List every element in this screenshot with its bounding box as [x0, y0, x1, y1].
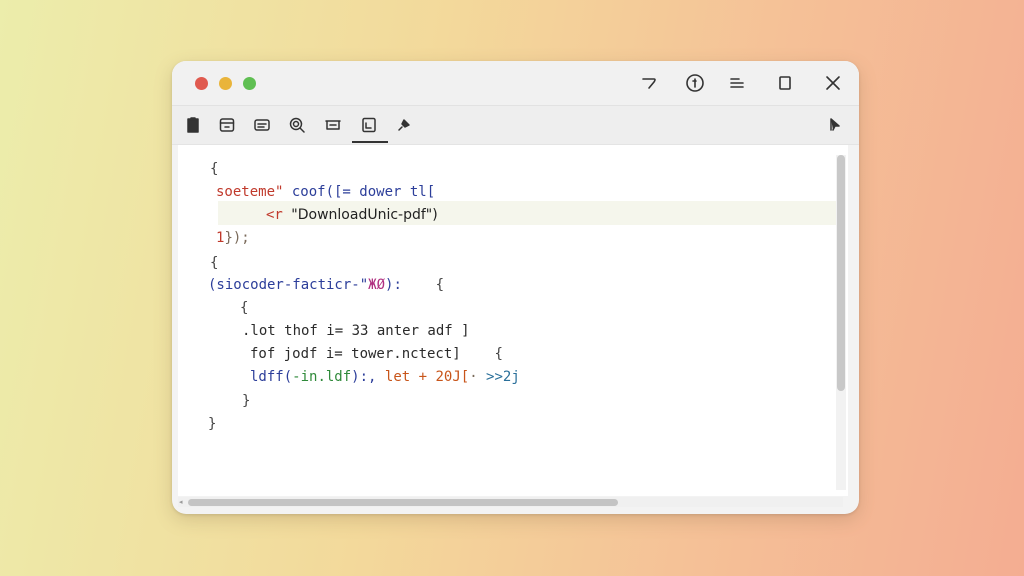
tray-icon[interactable] — [322, 114, 344, 136]
code-token: { — [435, 277, 445, 293]
code-token: ): — [385, 277, 436, 293]
code-token: (siocoder-facticr-" — [208, 277, 369, 293]
menu-lines-icon[interactable] — [725, 71, 749, 95]
code-content[interactable]: { soeteme" coof([= dower tl[ <r "DownloadU… — [178, 145, 848, 496]
code-line[interactable]: { — [210, 159, 218, 179]
code-line[interactable]: } — [208, 414, 216, 434]
code-token: } — [242, 393, 251, 409]
vertical-scroll-thumb[interactable] — [837, 155, 845, 391]
code-token: coof([= dower tl[ — [291, 184, 436, 200]
window-icon[interactable] — [216, 114, 238, 136]
code-line[interactable]: .lot thof i= 33 anter adf ] — [242, 321, 470, 341]
code-token: let + 20J[ — [384, 369, 470, 385]
code-token: { — [210, 161, 219, 177]
code-editor[interactable]: { soeteme" coof([= dower tl[ <r "DownloadU… — [178, 145, 848, 496]
code-token: ):, — [351, 369, 385, 385]
code-line[interactable]: <r "DownloadUnic-pdf") — [266, 205, 438, 225]
pin-icon[interactable] — [393, 114, 415, 136]
close-dot-button[interactable] — [195, 77, 208, 90]
minimize-curve-icon[interactable] — [638, 71, 662, 95]
code-token: }); — [224, 230, 250, 246]
code-line[interactable]: { — [210, 253, 218, 273]
scroll-left-arrow-icon[interactable]: ◂ — [179, 498, 183, 506]
info-circle-icon[interactable] — [683, 71, 707, 95]
code-token: ldff( — [250, 369, 293, 385]
pointer-cursor-icon[interactable] — [824, 114, 846, 136]
code-token: ЖØ — [368, 277, 386, 293]
code-token: soeteme" — [216, 184, 292, 200]
code-line[interactable]: soeteme" coof([= dower tl[ — [216, 182, 435, 202]
code-line[interactable]: fof jodf i= tower.nctect] { — [250, 344, 503, 364]
code-token: · — [469, 369, 487, 385]
code-line[interactable]: { — [240, 298, 248, 318]
zoom-dot-button[interactable] — [243, 77, 256, 90]
code-token: } — [208, 416, 217, 432]
code-token: -in.ldf — [292, 369, 352, 385]
horizontal-scroll-thumb[interactable] — [188, 499, 618, 506]
code-token: .lot thof i= 33 anter adf ] — [242, 323, 470, 339]
code-token: fof jodf i= tower.nctect] — [250, 346, 495, 362]
search-zoom-icon[interactable] — [286, 114, 308, 136]
code-line[interactable]: 1}); — [216, 228, 250, 248]
code-line[interactable]: } — [242, 391, 250, 411]
code-token: <r — [266, 207, 292, 223]
maximize-square-icon[interactable] — [773, 71, 797, 95]
code-token: >>2j — [486, 369, 520, 385]
app-window: { soeteme" coof([= dower tl[ <r "DownloadU… — [172, 61, 859, 514]
code-token: { — [494, 346, 503, 362]
code-token: { — [210, 255, 219, 271]
clipboard-icon[interactable] — [182, 114, 204, 136]
vertical-scrollbar[interactable] — [836, 155, 846, 490]
minimize-dot-button[interactable] — [219, 77, 232, 90]
title-bar — [172, 61, 859, 106]
code-token: { — [240, 300, 249, 316]
code-line[interactable]: ldff(-in.ldf):, let + 20J[· >>2j — [250, 367, 520, 387]
close-icon[interactable] — [821, 71, 845, 95]
horizontal-scrollbar[interactable]: ◂ — [178, 497, 843, 507]
document-icon[interactable] — [352, 114, 388, 143]
code-token: "DownloadUnic-pdf") — [291, 207, 438, 223]
code-line[interactable]: (siocoder-facticr-"ЖØ): { — [208, 275, 444, 295]
toolbar — [172, 106, 859, 145]
text-box-icon[interactable] — [251, 114, 273, 136]
